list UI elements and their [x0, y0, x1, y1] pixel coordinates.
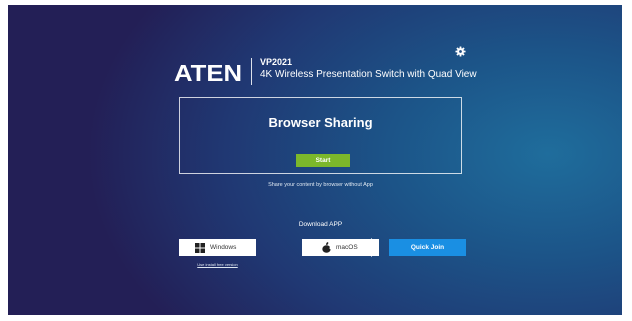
install-free-link[interactable]: Use install free version: [179, 262, 256, 268]
aten-logo: ATEN: [174, 61, 244, 83]
logo-divider: [251, 58, 252, 85]
download-app-label: Download APP: [298, 221, 343, 228]
gear-icon[interactable]: [455, 44, 466, 57]
browser-sharing-title: Browser Sharing: [268, 115, 373, 130]
windows-icon: [195, 243, 205, 253]
apple-icon: [322, 242, 333, 253]
logo-text: ATEN: [174, 61, 242, 83]
browser-sharing-hint: Share your content by browser without Ap…: [268, 182, 373, 188]
button-divider: [371, 238, 372, 257]
macos-label: macOS: [336, 244, 358, 251]
windows-download-button[interactable]: Windows: [179, 239, 256, 256]
quick-join-button[interactable]: Quick Join: [389, 239, 466, 256]
windows-label: Windows: [210, 244, 237, 251]
start-button[interactable]: Start: [296, 154, 350, 167]
product-name: 4K Wireless Presentation Switch with Qua…: [260, 69, 477, 80]
app-screen: ATEN VP2021 4K Wireless Presentation Swi…: [8, 5, 622, 315]
macos-download-button[interactable]: macOS: [302, 239, 379, 256]
browser-sharing-panel: Browser Sharing Start: [179, 97, 462, 174]
model-number: VP2021: [260, 57, 293, 67]
